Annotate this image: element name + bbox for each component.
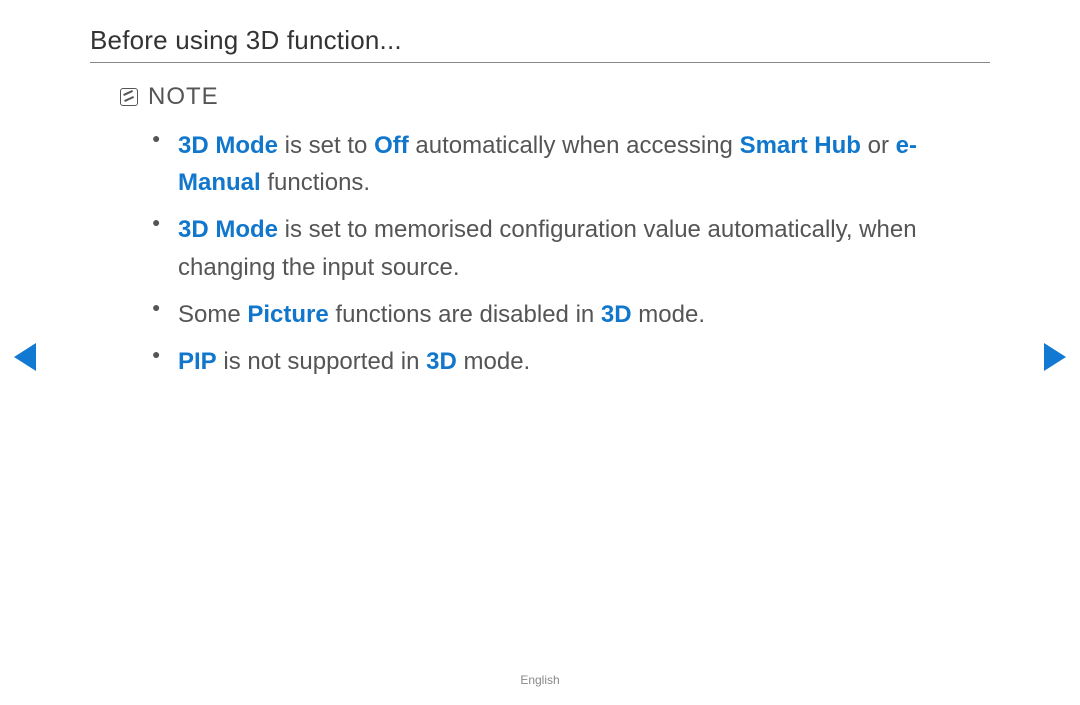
body-text: automatically when accessing [409,132,740,159]
body-text: Some [178,301,247,328]
note-icon [120,88,138,106]
body-text: is not supported in [217,348,426,375]
highlight-text: 3D [426,348,457,375]
page-content: Before using 3D function... NOTE 3D Mode… [0,0,1080,380]
highlight-text: 3D Mode [178,132,278,159]
highlight-text: Picture [247,301,328,328]
body-text: functions are disabled in [329,301,601,328]
footer-language: English [0,673,1080,687]
body-text: or [861,132,896,159]
highlight-text: 3D Mode [178,216,278,243]
list-item: 3D Mode is set to memorised configuratio… [152,211,990,285]
note-header: NOTE [120,83,990,111]
previous-page-arrow[interactable] [14,343,36,371]
body-text: functions. [261,169,370,196]
highlight-text: 3D [601,301,632,328]
bullet-list: 3D Mode is set to Off automatically when… [120,127,990,380]
highlight-text: PIP [178,348,217,375]
page-heading: Before using 3D function... [90,25,990,63]
list-item: Some Picture functions are disabled in 3… [152,296,990,333]
list-item: PIP is not supported in 3D mode. [152,343,990,380]
body-text: mode. [457,348,530,375]
note-label: NOTE [148,83,219,111]
body-text: mode. [632,301,705,328]
body-text: is set to [278,132,374,159]
note-section: NOTE 3D Mode is set to Off automatically… [90,81,990,380]
body-text: is set to memorised configuration value … [178,216,917,280]
next-page-arrow[interactable] [1044,343,1066,371]
list-item: 3D Mode is set to Off automatically when… [152,127,990,201]
highlight-text: Off [374,132,409,159]
highlight-text: Smart Hub [740,132,861,159]
